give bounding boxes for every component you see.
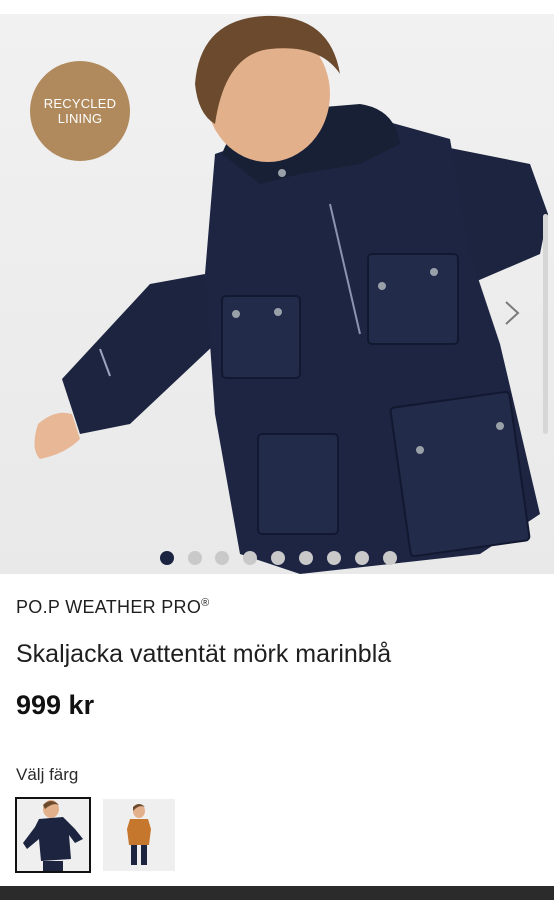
carousel-dot-7[interactable] xyxy=(327,551,341,565)
registered-mark: ® xyxy=(201,597,210,609)
product-title: Skaljacka vattentät mörk marinblå xyxy=(16,640,392,668)
carousel-dots xyxy=(0,551,554,567)
badge-line-1: RECYCLED xyxy=(43,96,117,111)
carousel-dot-4[interactable] xyxy=(243,551,257,565)
product-image-carousel[interactable]: RECYCLED LINING xyxy=(0,14,554,574)
bottom-bar xyxy=(0,886,554,900)
chevron-right-icon xyxy=(505,301,520,325)
carousel-dot-8[interactable] xyxy=(355,551,369,565)
color-swatch-navy[interactable] xyxy=(15,797,91,873)
color-picker-label: Välj färg xyxy=(16,765,79,784)
product-brand[interactable]: PO.P WEATHER PRO® xyxy=(16,597,210,618)
carousel-dot-5[interactable] xyxy=(271,551,285,565)
carousel-dot-2[interactable] xyxy=(188,551,202,565)
carousel-dot-6[interactable] xyxy=(299,551,313,565)
product-price: 999 kr xyxy=(16,690,95,720)
next-image-button[interactable] xyxy=(500,298,524,328)
orange-jacket-thumbnail xyxy=(103,799,175,871)
badge-line-2: LINING xyxy=(57,111,103,126)
brand-name: PO.P WEATHER PRO xyxy=(16,597,202,617)
color-swatch-orange[interactable] xyxy=(103,799,175,871)
carousel-dot-1[interactable] xyxy=(160,551,174,565)
navy-jacket-thumbnail xyxy=(17,799,89,871)
vertical-scrollbar[interactable] xyxy=(543,214,548,434)
carousel-dot-9[interactable] xyxy=(383,551,397,565)
carousel-dot-3[interactable] xyxy=(215,551,229,565)
recycled-lining-badge: RECYCLED LINING xyxy=(30,61,130,161)
